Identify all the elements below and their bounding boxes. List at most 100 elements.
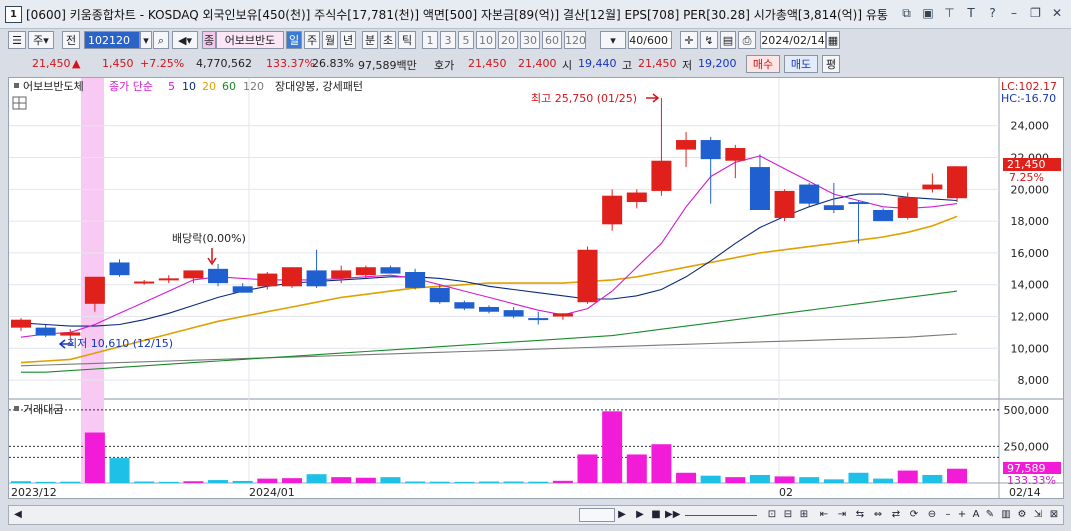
zoom-reset-icon[interactable]: ⊟ (781, 508, 795, 522)
chart-canvas[interactable]: 8,000 10,000 12,000 14,000 16,000 18,000 20,00… (9, 78, 1063, 498)
tab-second[interactable]: 초 (380, 31, 396, 49)
candle-body (602, 195, 623, 225)
help-icon[interactable]: ? (985, 5, 1001, 21)
menu-icon[interactable]: ☰ (8, 31, 26, 49)
volume-panel-handle-icon[interactable] (14, 406, 19, 411)
volume-bar (602, 411, 623, 483)
panel-handle-icon[interactable] (14, 83, 19, 88)
interval-60[interactable]: 60 (542, 31, 562, 49)
tab-monthly[interactable]: 월 (322, 31, 338, 49)
candle-body (897, 197, 918, 218)
chart-area[interactable]: 8,000 10,000 12,000 14,000 16,000 18,000 20,00… (8, 77, 1064, 499)
stretch-icon[interactable]: ⇔ (871, 508, 885, 522)
fit-icon[interactable]: ⇤ (817, 508, 831, 522)
sell-button[interactable]: 매도 (784, 55, 818, 73)
pin-icon[interactable]: ⊤ (942, 5, 958, 21)
buy-button[interactable]: 매수 (746, 55, 780, 73)
layout-icon[interactable]: ▥ (999, 508, 1013, 522)
interval-120[interactable]: 120 (564, 31, 586, 49)
speed-slider[interactable] (685, 515, 757, 516)
interval-10[interactable]: 10 (476, 31, 496, 49)
interval-30[interactable]: 30 (520, 31, 540, 49)
candle-body (232, 286, 253, 293)
chart-scrollbar[interactable]: ◀ ▶ ▶ ■ ▶▶ ⊡ ⊟ ⊞ ⇤ ⇥ ⇆ ⇔ ⇄ ⟳ ⊖ – + A ✎ ▥… (8, 505, 1064, 525)
window-title: [0600] 키움종합차트 - KOSDAQ 외국인보유[450(천)] 주식수… (26, 8, 888, 22)
window-controls: ⧉ ▣ ⊤ T ? – ❐ ✕ (897, 5, 1066, 21)
link-icon[interactable]: ⧉ (899, 5, 915, 21)
chart-toolbar: ☰ 주▾ 전 102120 ▾ ⌕ ◀▾ 종 어보브반도 일 주 월 년 분 초… (0, 30, 1071, 52)
config-icon[interactable]: ⚙ (1015, 508, 1029, 522)
close-panel-icon[interactable]: ⊠ (1047, 508, 1061, 522)
code-dropdown-icon[interactable]: ▾ (140, 31, 152, 49)
count-input[interactable]: 40/600 (628, 31, 672, 49)
period-main-select[interactable]: 주▾ (28, 31, 54, 49)
scroll-right-icon[interactable]: ▶ (615, 508, 629, 522)
volume-bar (479, 481, 499, 483)
save-icon[interactable]: ▤ (720, 31, 736, 49)
plus-icon[interactable]: + (955, 508, 969, 522)
candle-body (873, 210, 894, 222)
text-tool-icon[interactable]: A (969, 508, 983, 522)
scroll-thumb[interactable] (579, 508, 615, 522)
interval-5[interactable]: 5 (458, 31, 474, 49)
candle-body (257, 273, 278, 287)
arrows-icon[interactable]: ⇄ (889, 508, 903, 522)
shrink-icon[interactable]: ⊞ (797, 508, 811, 522)
eval-button[interactable]: 평 (822, 55, 840, 73)
compress-icon[interactable]: ⇆ (853, 508, 867, 522)
candle-body (183, 270, 204, 279)
tab-yearly[interactable]: 년 (340, 31, 356, 49)
close-icon[interactable]: ✕ (1049, 5, 1065, 21)
play-icon[interactable]: ▶ (633, 508, 647, 522)
stock-type-badge: 종 (202, 31, 216, 49)
candle-body (405, 272, 426, 288)
tab-tick[interactable]: 틱 (398, 31, 416, 49)
speaker-icon[interactable]: ◀▾ (172, 31, 198, 49)
interval-dropdown[interactable]: ▾ (600, 31, 626, 49)
tab-daily[interactable]: 일 (286, 31, 302, 49)
print-icon[interactable]: ⎙ (738, 31, 756, 49)
candle-body (134, 281, 155, 284)
y-tick-label: 16,000 (1011, 247, 1050, 260)
drawing-tool-icon[interactable]: ✎ (983, 508, 997, 522)
layout-icon[interactable]: ▣ (920, 5, 936, 21)
search-icon[interactable]: ⌕ (153, 31, 169, 49)
interval-20[interactable]: 20 (498, 31, 518, 49)
whole-button[interactable]: 전 (62, 31, 80, 49)
expand-window-icon[interactable]: ⇲ (1031, 508, 1045, 522)
zoom-out-icon[interactable]: ⊖ (925, 508, 939, 522)
stop-icon[interactable]: ■ (649, 508, 663, 522)
text-icon[interactable]: T (963, 5, 979, 21)
y-tick-label: 20,000 (1011, 183, 1050, 196)
candle-body (60, 332, 81, 336)
calendar-icon[interactable]: ▦ (826, 31, 840, 49)
volume-bar (183, 481, 204, 483)
stock-code-input[interactable]: 102120 (84, 31, 140, 49)
crosshair-icon[interactable]: ✛ (680, 31, 698, 49)
tab-weekly[interactable]: 주 (304, 31, 320, 49)
volume-bar (109, 458, 130, 483)
volume-bar (331, 477, 352, 483)
restore-icon[interactable]: ❐ (1028, 5, 1044, 21)
zoom-region-icon[interactable]: ⊡ (765, 508, 779, 522)
candle-body (725, 148, 746, 161)
volume-bar (873, 478, 894, 483)
interval-3[interactable]: 3 (440, 31, 456, 49)
volume-bar (922, 474, 943, 483)
indicator-icon[interactable]: ↯ (700, 31, 718, 49)
volume-bar (725, 477, 746, 483)
volume-bar (232, 480, 253, 483)
date-input[interactable]: 2024/02/14 (760, 31, 826, 49)
minimize-icon[interactable]: – (1006, 5, 1022, 21)
trade-amount: 97,589백만 (358, 59, 417, 72)
interval-1[interactable]: 1 (422, 31, 438, 49)
candle-body (306, 270, 327, 287)
minus-icon[interactable]: – (941, 508, 955, 522)
expand-icon[interactable]: ⇥ (835, 508, 849, 522)
tab-minute[interactable]: 분 (362, 31, 378, 49)
open-price: 19,440 (578, 57, 617, 70)
fast-forward-icon[interactable]: ▶▶ (665, 508, 680, 522)
refresh-icon[interactable]: ⟳ (907, 508, 921, 522)
scroll-left-icon[interactable]: ◀ (11, 508, 25, 522)
current-pct-tag: 7.25% (1009, 171, 1044, 184)
